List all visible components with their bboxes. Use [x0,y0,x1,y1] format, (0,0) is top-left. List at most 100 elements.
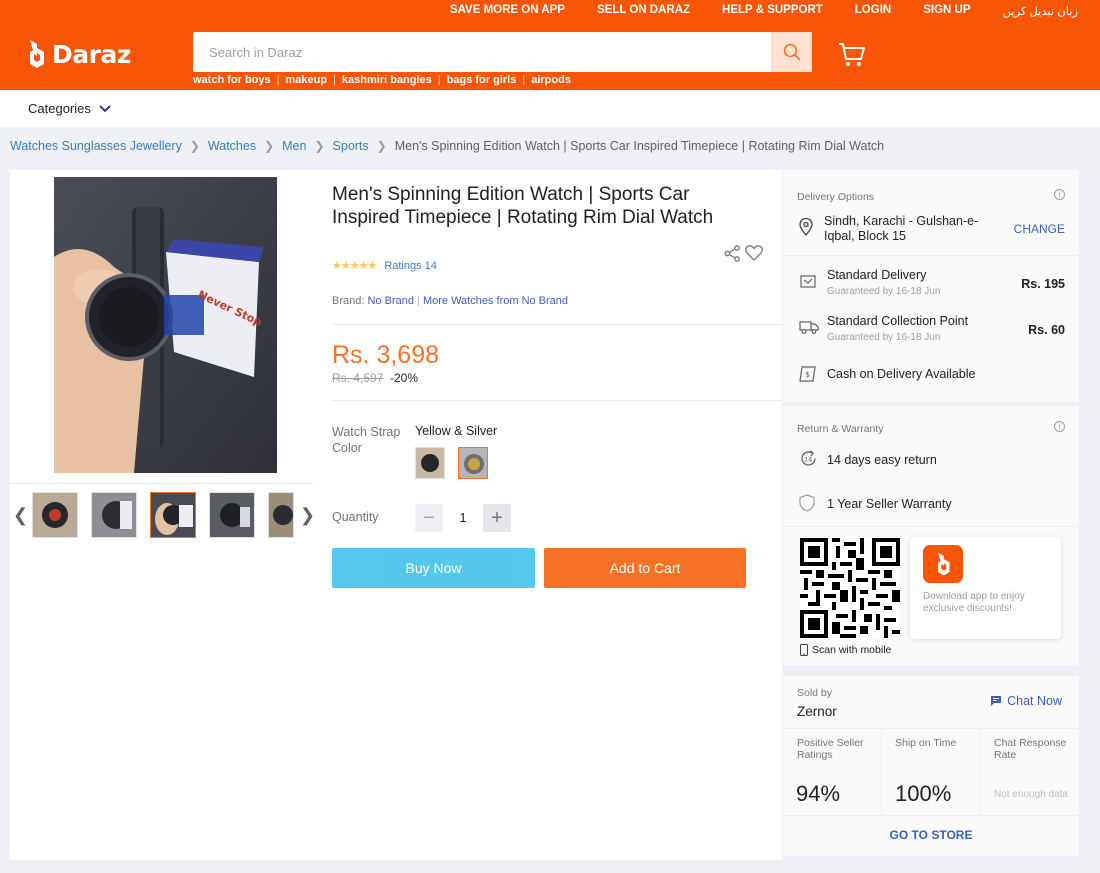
product-thumbnail[interactable] [32,492,78,538]
signup-link[interactable]: SIGN UP [923,4,970,18]
delivery-panel: Delivery Options i Sindh, Karachi - Guls… [783,170,1079,666]
cart-button[interactable] [838,42,866,73]
product-main-image[interactable]: Never Stop [54,177,277,473]
thumb-next-button[interactable]: ❯ [300,505,315,526]
discount-badge: -20% [390,371,419,385]
logo-text: Daraz [52,39,131,69]
search-button[interactable] [771,32,812,72]
go-to-store-link[interactable]: GO TO STORE [783,828,1079,842]
original-price: Rs. 4,597 [332,371,384,385]
buy-now-button[interactable]: Buy Now [332,548,535,588]
quantity-decrease-button[interactable]: − [415,504,443,532]
quick-link[interactable]: kashmiri bangles [342,74,432,86]
breadcrumb-link[interactable]: Watches [208,139,256,153]
cod-available: Cash on Delivery Available [827,367,976,381]
breadcrumb: Watches Sunglasses Jewellery ❯ Watches ❯… [10,139,884,153]
daraz-app-icon [923,545,963,583]
breadcrumb-current: Men's Spinning Edition Watch | Sports Ca… [394,139,885,153]
product-thumbnail-selected[interactable] [150,492,196,538]
collection-point-icon [799,321,819,334]
quick-link[interactable]: makeup [285,74,327,86]
add-to-cart-button[interactable]: Add to Cart [544,548,746,588]
breadcrumb-link[interactable]: Sports [333,139,369,153]
seller-metric: Positive Seller Ratings 94% [783,729,882,815]
breadcrumb-link[interactable]: Watches Sunglasses Jewellery [10,139,182,153]
metric-value: Not enough data [994,789,1068,800]
variant-value: Yellow & Silver [415,424,498,438]
search-icon [783,43,800,61]
variant-swatch-selected[interactable] [458,447,488,479]
chevron-right-icon: ❯ [376,139,387,153]
metric-value: 94% [796,781,841,806]
seller-metric: Ship on Time 100% [882,729,981,815]
delivery-location: Sindh, Karachi - Gulshan-e-Iqbal, Block … [824,214,979,243]
daraz-logo[interactable]: Daraz [26,38,131,70]
scan-with-mobile: Scan with mobile [800,644,891,656]
share-button[interactable] [724,245,741,267]
product-thumbnail[interactable] [209,492,255,538]
metric-label: Chat Response Rate [994,737,1067,761]
quantity-increase-button[interactable]: + [483,504,511,532]
delivery-options-title: Delivery Options [797,191,875,203]
categories-dropdown[interactable]: Categories [28,101,111,116]
variant-label: Watch Strap Color [332,425,401,455]
brand-link[interactable]: No Brand [367,295,413,307]
download-app-card[interactable]: Download app to enjoy exclusive discount… [910,537,1061,639]
return-policy: 14 days easy return [827,453,937,467]
change-location-link[interactable]: CHANGE [1014,222,1065,236]
search-input[interactable] [193,32,771,72]
seller-metrics: Positive Seller Ratings 94% Ship on Time… [783,728,1079,816]
brand-label: Brand: [332,295,365,307]
daraz-logo-icon [26,38,46,70]
save-more-on-app-link[interactable]: SAVE MORE ON APP [450,4,565,18]
delivery-option-fee: Rs. 60 [1028,323,1065,337]
help-support-link[interactable]: HELP & SUPPORT [722,4,823,18]
seller-panel: Sold by Zernor Chat Now Positive Seller … [783,676,1079,856]
chat-icon [991,696,1002,706]
return-icon: 14 [801,450,816,466]
product-panel: Never Stop ❮ ❯ Men's Spinning Edition Wa… [10,170,782,860]
thumb-prev-button[interactable]: ❮ [13,505,28,526]
sell-on-daraz-link[interactable]: SELL ON DARAZ [597,4,690,18]
product-price: Rs. 3,698 [332,341,440,369]
quick-link[interactable]: watch for boys [193,74,271,86]
info-icon[interactable]: i [1054,189,1065,200]
standard-delivery-icon [800,275,816,288]
wishlist-button[interactable] [744,245,764,266]
product-thumbnail[interactable] [268,492,294,538]
chevron-down-icon [99,104,111,112]
app-promo-text: Download app to enjoy exclusive discount… [923,591,1025,614]
product-thumbnail[interactable] [91,492,137,538]
site-header: SAVE MORE ON APP SELL ON DARAZ HELP & SU… [0,0,1100,90]
breadcrumb-link[interactable]: Men [282,139,306,153]
login-link[interactable]: LOGIN [855,4,891,18]
variant-swatch[interactable] [415,447,445,479]
ratings-link[interactable]: Ratings 14 [384,260,437,272]
chat-now-label: Chat Now [1007,694,1062,708]
more-from-brand-link[interactable]: More Watches from No Brand [423,295,568,307]
heart-icon [744,245,764,261]
seller-name[interactable]: Zernor [797,704,837,719]
quick-link[interactable]: bags for girls [447,74,517,86]
chat-now-button[interactable]: Chat Now [990,694,1062,708]
product-rating: ★★★★★ Ratings 14 [332,259,437,273]
quantity-value[interactable]: 1 [456,510,470,525]
delivery-option-eta: Guaranteed by 16-18 Jun [827,332,941,343]
mobile-phone-icon [800,644,808,656]
brand-info: Brand: No Brand | More Watches from No B… [332,295,569,307]
star-rating-icon: ★★★★★ [332,260,377,272]
metric-label: Ship on Time [895,737,957,749]
top-links: SAVE MORE ON APP SELL ON DARAZ HELP & SU… [450,4,1078,18]
change-language-link[interactable]: زبان تبدیل کریں [1003,4,1079,18]
quantity-label: Quantity [332,510,379,524]
qr-code [800,538,900,638]
metric-label: Positive Seller Ratings [797,737,864,761]
delivery-option-fee: Rs. 195 [1021,277,1065,291]
quick-link[interactable]: airpods [531,74,571,86]
categories-label: Categories [28,101,91,116]
categories-bar: Categories [0,90,1100,127]
return-warranty-title: Return & Warranty [797,423,884,435]
quick-search-links: watch for boys | makeup | kashmiri bangles… [193,74,571,86]
info-icon[interactable]: i [1054,421,1065,432]
product-title: Men's Spinning Edition Watch | Sports Ca… [332,184,714,228]
